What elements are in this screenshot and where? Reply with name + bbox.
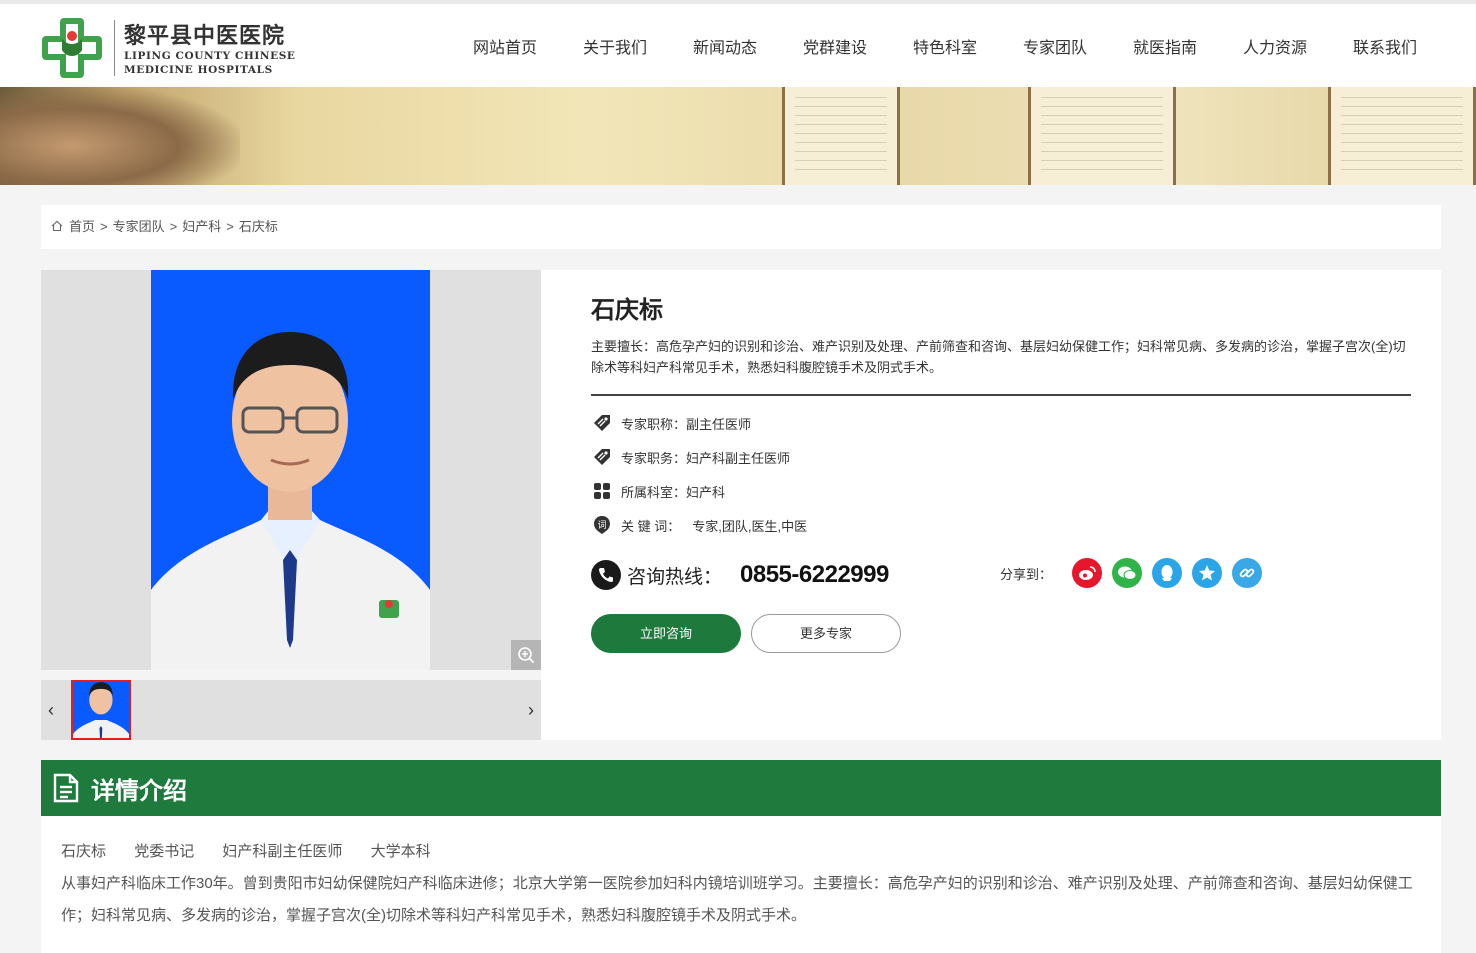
banner-image-figure bbox=[0, 87, 240, 185]
logo-name-en-1: LIPING COUNTY CHINESE bbox=[124, 50, 296, 62]
nav-guide[interactable]: 就医指南 bbox=[1110, 34, 1220, 58]
keyword-icon: 词 bbox=[591, 514, 613, 536]
hospital-logo[interactable]: 黎平县中医医院 LIPING COUNTY CHINESE MEDICINE H… bbox=[40, 14, 310, 84]
attr-department: 所属科室： 妇产科 bbox=[591, 479, 725, 503]
zoom-button[interactable] bbox=[511, 640, 541, 670]
link-icon[interactable] bbox=[1232, 558, 1263, 588]
photo-thumbnail[interactable] bbox=[71, 680, 131, 740]
banner-board-2 bbox=[1028, 87, 1176, 185]
more-experts-button[interactable]: 更多专家 bbox=[751, 614, 901, 653]
breadcrumb-separator: > bbox=[169, 219, 178, 234]
detail-tag-title: 妇产科副主任医师 bbox=[222, 843, 343, 860]
detail-tag-name: 石庆标 bbox=[61, 843, 107, 860]
banner-board-1 bbox=[782, 87, 900, 185]
doctor-photo-panel bbox=[41, 270, 541, 670]
detail-tag-education: 大学本科 bbox=[370, 843, 431, 860]
document-icon bbox=[53, 773, 79, 803]
attr-keywords-value: 专家,团队,医生,中医 bbox=[692, 518, 808, 534]
logo-name-en-2: MEDICINE HOSPITALS bbox=[124, 64, 273, 76]
qzone-icon[interactable] bbox=[1192, 558, 1223, 588]
breadcrumb-team[interactable]: 专家团队 bbox=[113, 219, 165, 234]
logo-cross-icon bbox=[42, 18, 102, 78]
breadcrumb-home[interactable]: 首页 bbox=[69, 219, 95, 234]
tag-icon bbox=[591, 446, 613, 468]
consult-hotline: 咨询热线： 0855-6222999 bbox=[591, 560, 889, 590]
doctor-portrait-image bbox=[151, 270, 430, 670]
share-label: 分享到： bbox=[1000, 566, 1053, 582]
detail-header: 详情介绍 bbox=[41, 760, 1441, 816]
breadcrumb: 首页 > 专家团队 > 妇产科 > 石庆标 bbox=[41, 205, 1441, 249]
wechat-icon[interactable] bbox=[1112, 558, 1143, 588]
thumb-next-button[interactable]: › bbox=[521, 700, 541, 720]
breadcrumb-current: 石庆标 bbox=[238, 219, 278, 234]
nav-home[interactable]: 网站首页 bbox=[450, 34, 560, 58]
svg-text:词: 词 bbox=[597, 520, 606, 531]
consult-now-button[interactable]: 立即咨询 bbox=[591, 614, 741, 653]
nav-experts[interactable]: 专家团队 bbox=[1000, 34, 1110, 58]
attr-department-label: 所属科室： bbox=[621, 484, 687, 500]
attr-title-label: 专家职称： bbox=[621, 416, 687, 432]
hotline-number: 0855-6222999 bbox=[740, 561, 889, 588]
breadcrumb-separator: > bbox=[100, 219, 108, 234]
logo-name-cn: 黎平县中医医院 bbox=[124, 23, 286, 49]
attr-title-value: 副主任医师 bbox=[686, 416, 752, 432]
attr-keywords-label: 关 键 词： bbox=[621, 518, 681, 534]
phone-icon bbox=[591, 560, 621, 590]
attr-position-label: 专家职务： bbox=[621, 450, 687, 466]
attr-position-value: 妇产科副主任医师 bbox=[686, 450, 791, 466]
doctor-name: 石庆标 bbox=[591, 297, 663, 324]
thumbnail-image bbox=[73, 682, 129, 738]
breadcrumb-separator: > bbox=[226, 219, 234, 234]
nav-party[interactable]: 党群建设 bbox=[780, 34, 890, 58]
logo-divider bbox=[114, 20, 115, 76]
grid-icon bbox=[591, 480, 613, 502]
nav-hr[interactable]: 人力资源 bbox=[1220, 34, 1330, 58]
detail-content: 石庆标 党委书记 妇产科副主任医师 大学本科 从事妇产科临床工作30年。曾到贵阳… bbox=[41, 816, 1441, 953]
attr-department-value: 妇产科 bbox=[686, 484, 726, 500]
detail-tags: 石庆标 党委书记 妇产科副主任医师 大学本科 bbox=[61, 836, 1421, 868]
main-nav: 网站首页 关于我们 新闻动态 党群建设 特色科室 专家团队 就医指南 人力资源 … bbox=[450, 34, 1440, 58]
doctor-photo[interactable] bbox=[151, 270, 430, 670]
thumb-prev-button[interactable]: ‹ bbox=[41, 700, 61, 720]
share-bar: 分享到： bbox=[1000, 558, 1272, 588]
attr-title: 专家职称： 副主任医师 bbox=[591, 411, 751, 435]
site-header: 黎平县中医医院 LIPING COUNTY CHINESE MEDICINE H… bbox=[0, 0, 1476, 87]
breadcrumb-dept[interactable]: 妇产科 bbox=[182, 219, 221, 234]
attr-keywords: 词 关 键 词： 专家,团队,医生,中医 bbox=[591, 513, 807, 537]
detail-title: 详情介绍 bbox=[91, 777, 187, 805]
nav-news[interactable]: 新闻动态 bbox=[670, 34, 780, 58]
nav-contact[interactable]: 联系我们 bbox=[1330, 34, 1440, 58]
qq-icon[interactable] bbox=[1152, 558, 1183, 588]
home-icon bbox=[51, 220, 63, 232]
info-divider bbox=[591, 394, 1411, 396]
hotline-label: 咨询热线： bbox=[627, 566, 723, 588]
photo-thumbnail-strip: ‹ › bbox=[41, 680, 541, 740]
detail-text: 从事妇产科临床工作30年。曾到贵阳市妇幼保健院妇产科临床进修；北京大学第一医院参… bbox=[61, 875, 1413, 924]
doctor-specialty: 主要擅长：高危孕产妇的识别和诊治、难产识别及处理、产前筛查和咨询、基层妇幼保健工… bbox=[591, 339, 1406, 375]
attr-position: 专家职务： 妇产科副主任医师 bbox=[591, 445, 790, 469]
nav-departments[interactable]: 特色科室 bbox=[890, 34, 1000, 58]
detail-tag-role: 党委书记 bbox=[134, 843, 195, 860]
weibo-icon[interactable] bbox=[1072, 558, 1103, 588]
zoom-in-icon bbox=[518, 647, 535, 664]
page-banner bbox=[0, 87, 1476, 185]
nav-about[interactable]: 关于我们 bbox=[560, 34, 670, 58]
banner-board-3 bbox=[1328, 87, 1476, 185]
tag-icon bbox=[591, 412, 613, 434]
doctor-info-panel: 石庆标 主要擅长：高危孕产妇的识别和诊治、难产识别及处理、产前筛查和咨询、基层妇… bbox=[541, 270, 1441, 740]
